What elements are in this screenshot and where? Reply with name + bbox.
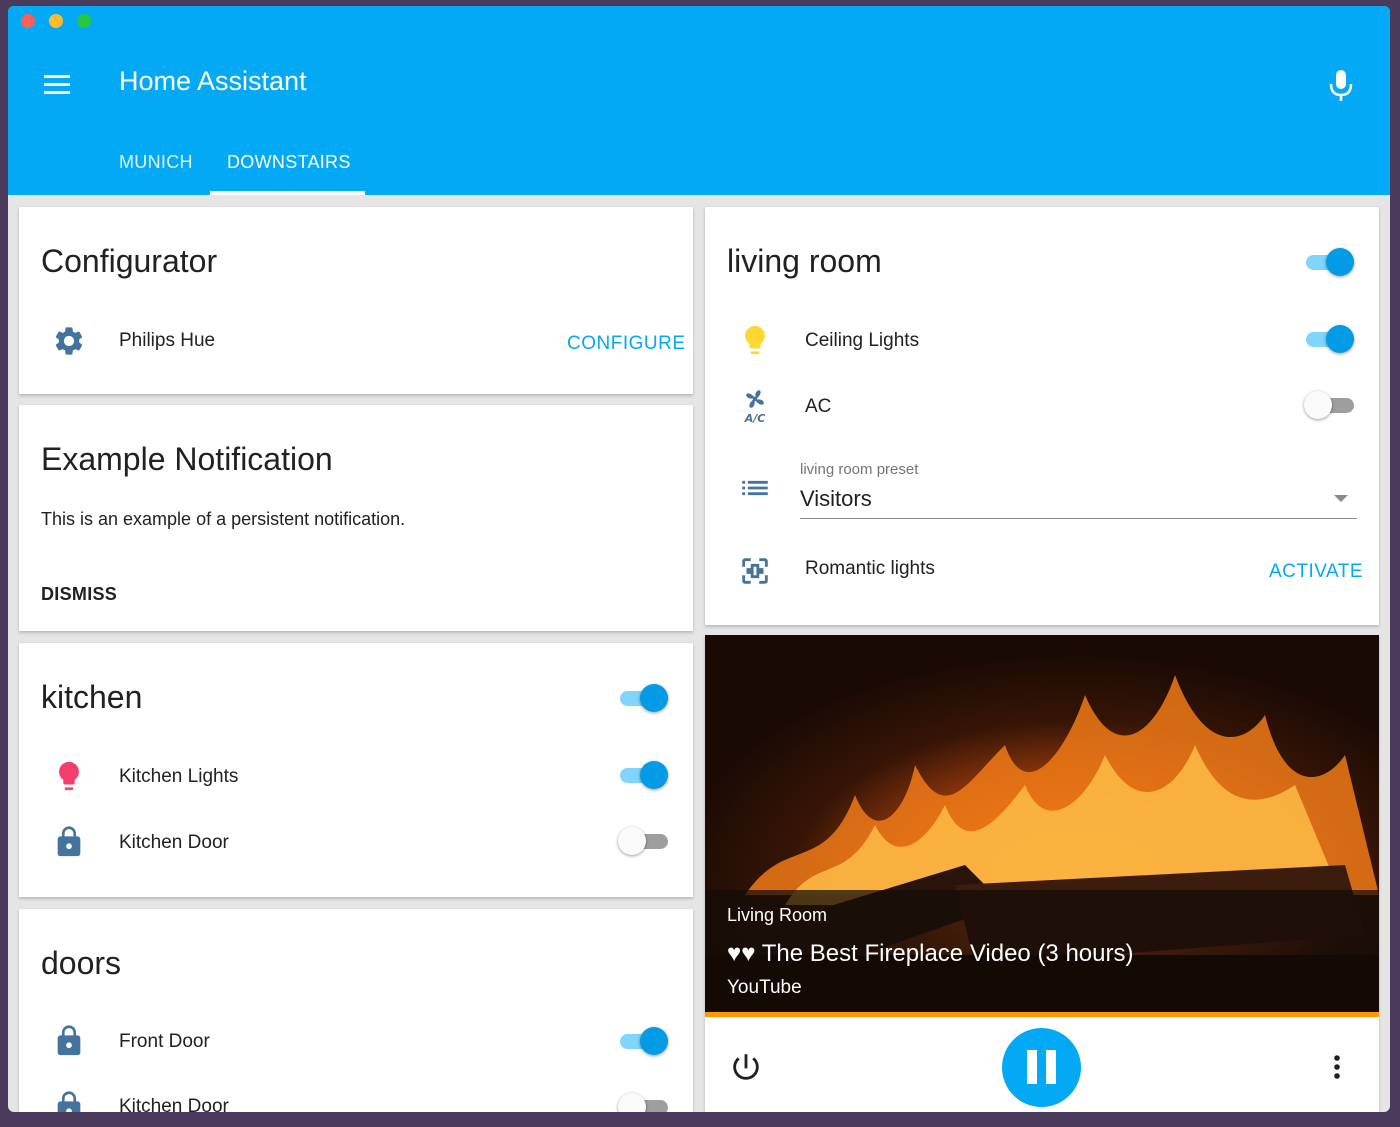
ac-toggle[interactable] — [1304, 388, 1356, 422]
lock-icon — [52, 1024, 86, 1058]
kitchen-door-toggle[interactable] — [618, 824, 670, 858]
card-title: kitchen — [41, 679, 143, 715]
kitchen-door-label: Kitchen Door — [119, 832, 229, 853]
romantic-lights-label: Romantic lights — [805, 558, 935, 579]
media-progress-bar[interactable] — [705, 1012, 1379, 1017]
app-title: Home Assistant — [119, 66, 307, 96]
power-icon[interactable] — [729, 1050, 763, 1084]
svg-text:A/C: A/C — [744, 412, 766, 425]
more-vertical-icon[interactable] — [1327, 1050, 1347, 1084]
front-door-label: Front Door — [119, 1031, 210, 1052]
philips-hue-label: Philips Hue — [119, 330, 216, 351]
card-title: Example Notification — [41, 441, 333, 477]
media-player-card: Living Room ♥♥ The Best Fireplace Video … — [705, 635, 1379, 1112]
kitchen-door-label: Kitchen Door — [119, 1096, 229, 1112]
gear-icon — [52, 324, 86, 358]
lock-icon — [52, 825, 86, 859]
active-tab-indicator — [210, 191, 365, 195]
app-header: Home Assistant MUNICH DOWNSTAIRS — [8, 6, 1390, 195]
front-door-toggle[interactable] — [618, 1024, 670, 1058]
pause-button[interactable] — [1002, 1028, 1081, 1107]
ceiling-lights-toggle[interactable] — [1304, 322, 1356, 356]
preset-select-label: living room preset — [800, 461, 919, 478]
ceiling-lights-label: Ceiling Lights — [805, 330, 920, 351]
ac-label: AC — [805, 396, 832, 417]
tab-downstairs[interactable]: DOWNSTAIRS — [227, 152, 351, 173]
lock-icon — [52, 1090, 86, 1112]
preset-select-underline — [800, 518, 1357, 519]
pause-icon — [1046, 1050, 1056, 1084]
media-source-name: Living Room — [727, 905, 828, 925]
kitchen-lights-label: Kitchen Lights — [119, 766, 239, 787]
app-window: Home Assistant MUNICH DOWNSTAIRS Configu… — [8, 6, 1390, 1112]
configurator-card: Configurator Philips Hue CONFIGURE — [19, 207, 693, 394]
media-artwork: Living Room ♥♥ The Best Fireplace Video … — [705, 635, 1379, 1012]
air-conditioner-icon: A/C — [738, 389, 772, 425]
close-window-button[interactable] — [21, 14, 35, 28]
dropdown-arrow-icon[interactable] — [1334, 495, 1348, 502]
notification-card: Example Notification This is an example … — [19, 405, 693, 631]
lightbulb-icon — [52, 759, 86, 793]
kitchen-group-toggle[interactable] — [618, 681, 670, 715]
activate-button[interactable]: ACTIVATE — [1269, 561, 1363, 583]
notification-message: This is an example of a persistent notif… — [41, 509, 406, 529]
living-room-group-toggle[interactable] — [1304, 245, 1356, 279]
zoom-window-button[interactable] — [77, 14, 91, 28]
minimize-window-button[interactable] — [49, 14, 63, 28]
kitchen-lights-toggle[interactable] — [618, 758, 670, 792]
card-title: living room — [727, 243, 882, 279]
card-title: doors — [41, 945, 122, 981]
dismiss-button[interactable]: DISMISS — [41, 584, 117, 605]
doors-card: doors Front Door Kitchen Door — [19, 909, 693, 1112]
preset-select-value[interactable]: Visitors — [800, 486, 872, 512]
lightbulb-icon — [738, 323, 772, 357]
media-title: ♥♥ The Best Fireplace Video (3 hours) — [727, 940, 1134, 967]
card-title: Configurator — [41, 243, 218, 279]
menu-icon[interactable] — [44, 75, 72, 95]
microphone-icon[interactable] — [1326, 70, 1356, 104]
list-icon — [738, 471, 772, 505]
kitchen-door-toggle[interactable] — [618, 1090, 670, 1112]
scene-icon — [738, 554, 772, 588]
configure-button[interactable]: CONFIGURE — [567, 333, 686, 355]
tab-munich[interactable]: MUNICH — [119, 152, 193, 173]
media-app-name: YouTube — [727, 977, 802, 998]
pause-icon — [1027, 1050, 1037, 1084]
kitchen-card: kitchen Kitchen Lights Kitchen Door — [19, 643, 693, 897]
